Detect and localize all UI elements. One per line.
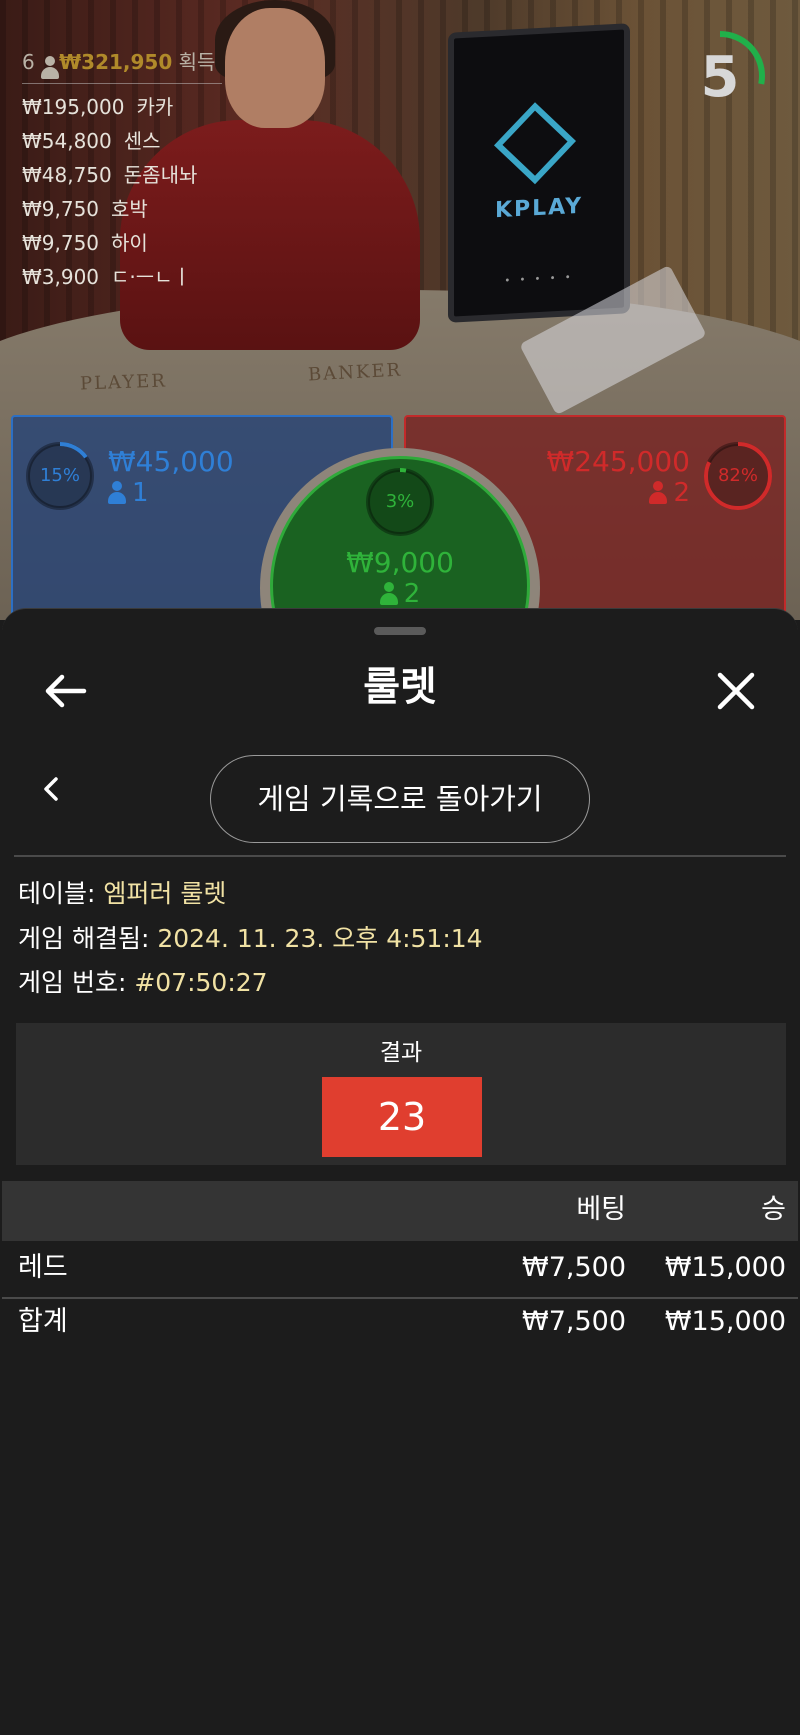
- banker-percent: 82%: [717, 465, 758, 486]
- chevron-left-icon: [44, 777, 58, 801]
- header-bet: 베팅: [576, 1194, 626, 1225]
- total-bet: ₩7,500: [522, 1306, 626, 1337]
- winner-row: ₩54,800 센스: [22, 124, 222, 158]
- result-label: 결과: [379, 1040, 423, 1066]
- winner-name: 돈좀내놔: [123, 163, 198, 187]
- countdown-number: 5: [700, 45, 740, 110]
- winner-name: 호박: [111, 197, 148, 221]
- game-number-label: 게임 번호:: [18, 968, 127, 997]
- back-to-history-button[interactable]: 게임 기록으로 돌아가기: [210, 755, 590, 843]
- winners-count: 6: [22, 50, 35, 74]
- sheet-title: 룰렛: [363, 664, 437, 710]
- countdown-timer: 5: [672, 28, 768, 124]
- kplay-brand-text: KPLAY: [494, 193, 584, 224]
- winner-name: 하이: [111, 231, 148, 255]
- tie-percent-ring: 3%: [364, 466, 436, 538]
- winners-header: 6 ₩321,950 획득: [22, 46, 222, 84]
- winner-row: ₩195,000 카카: [22, 90, 222, 124]
- previous-button[interactable]: [32, 769, 72, 809]
- game-number-value: #07:50:27: [134, 968, 268, 997]
- winners-suffix: 획득: [178, 50, 216, 74]
- banker-count: 2: [673, 478, 690, 508]
- banker-percent-ring: 82%: [702, 440, 774, 512]
- game-detail-sheet: 룰렛 게임 기록으로 돌아가기 테이블: 엠퍼러 룰렛 게임 해결됨: 2024…: [2, 608, 798, 1735]
- sheet-drag-handle[interactable]: [374, 627, 426, 635]
- winner-amount: ₩3,900: [22, 265, 100, 289]
- winner-name: ㄷ·ㅡㄴㅣ: [111, 265, 191, 289]
- player-percent-ring: 15%: [24, 440, 96, 512]
- divider: [14, 855, 786, 857]
- winner-row: ₩9,750 하이: [22, 226, 222, 260]
- close-icon: [717, 672, 755, 710]
- game-number-info: 게임 번호: #07:50:27: [18, 963, 268, 1003]
- player-count: 1: [132, 478, 149, 508]
- monitor-dots: • • • • •: [504, 272, 574, 287]
- winner-name: 카카: [136, 95, 174, 119]
- live-stream-video: KPLAY • • • • • PLAYER BANKER 6 ₩321,950…: [0, 0, 800, 620]
- winner-amount: ₩48,750: [22, 163, 112, 187]
- winner-row: ₩3,900 ㄷ·ㅡㄴㅣ: [22, 260, 222, 294]
- winner-amount: ₩9,750: [22, 231, 100, 255]
- resolved-info: 게임 해결됨: 2024. 11. 23. 오후 4:51:14: [18, 919, 483, 959]
- tie-amount: ₩9,000: [346, 546, 454, 579]
- player-stake: ₩45,000 1: [108, 447, 234, 508]
- table-label-player: PLAYER: [79, 370, 168, 395]
- table-value: 엠퍼러 룰렛: [103, 879, 227, 908]
- result-number: 23: [322, 1077, 482, 1157]
- tie-count: 2: [403, 579, 421, 609]
- dealer-head: [225, 8, 325, 128]
- player-percent: 15%: [39, 465, 80, 486]
- kplay-logo-icon: [493, 102, 577, 185]
- person-icon: [649, 481, 668, 505]
- person-icon: [379, 582, 398, 606]
- banker-amount: ₩245,000: [546, 445, 690, 478]
- table-header: 베팅 승: [2, 1181, 798, 1241]
- table-info: 테이블: 엠퍼러 룰렛: [18, 874, 226, 914]
- total-name: 합계: [18, 1306, 68, 1337]
- resolved-label: 게임 해결됨:: [18, 924, 150, 953]
- winners-list: 6 ₩321,950 획득 ₩195,000 카카 ₩54,800 센스 ₩48,7…: [22, 46, 222, 294]
- header-win: 승: [761, 1194, 786, 1225]
- winner-name: 센스: [123, 129, 161, 153]
- winner-amount: ₩195,000: [22, 95, 125, 119]
- kplay-monitor: KPLAY • • • • •: [448, 23, 630, 323]
- tie-percent: 3%: [385, 491, 415, 512]
- total-win: ₩15,000: [664, 1306, 786, 1337]
- resolved-value: 2024. 11. 23. 오후 4:51:14: [157, 924, 483, 953]
- banker-stake: ₩245,000 2: [490, 445, 690, 509]
- winner-row: ₩48,750 돈좀내놔: [22, 158, 222, 192]
- row-win: ₩15,000: [664, 1252, 786, 1283]
- close-button[interactable]: [706, 661, 766, 721]
- person-icon: [108, 481, 126, 505]
- player-amount: ₩45,000: [108, 445, 234, 478]
- row-bet: ₩7,500: [522, 1252, 626, 1283]
- winner-amount: ₩9,750: [22, 197, 100, 221]
- result-panel: 결과 23: [16, 1023, 786, 1165]
- row-name: 레드: [18, 1252, 68, 1283]
- person-icon: [41, 55, 60, 79]
- winner-amount: ₩54,800: [22, 129, 112, 153]
- table-label: 테이블:: [18, 879, 96, 908]
- winners-total: ₩321,950: [59, 50, 173, 74]
- winner-row: ₩9,750 호박: [22, 192, 222, 226]
- tie-stake: ₩9,000 2: [300, 546, 500, 610]
